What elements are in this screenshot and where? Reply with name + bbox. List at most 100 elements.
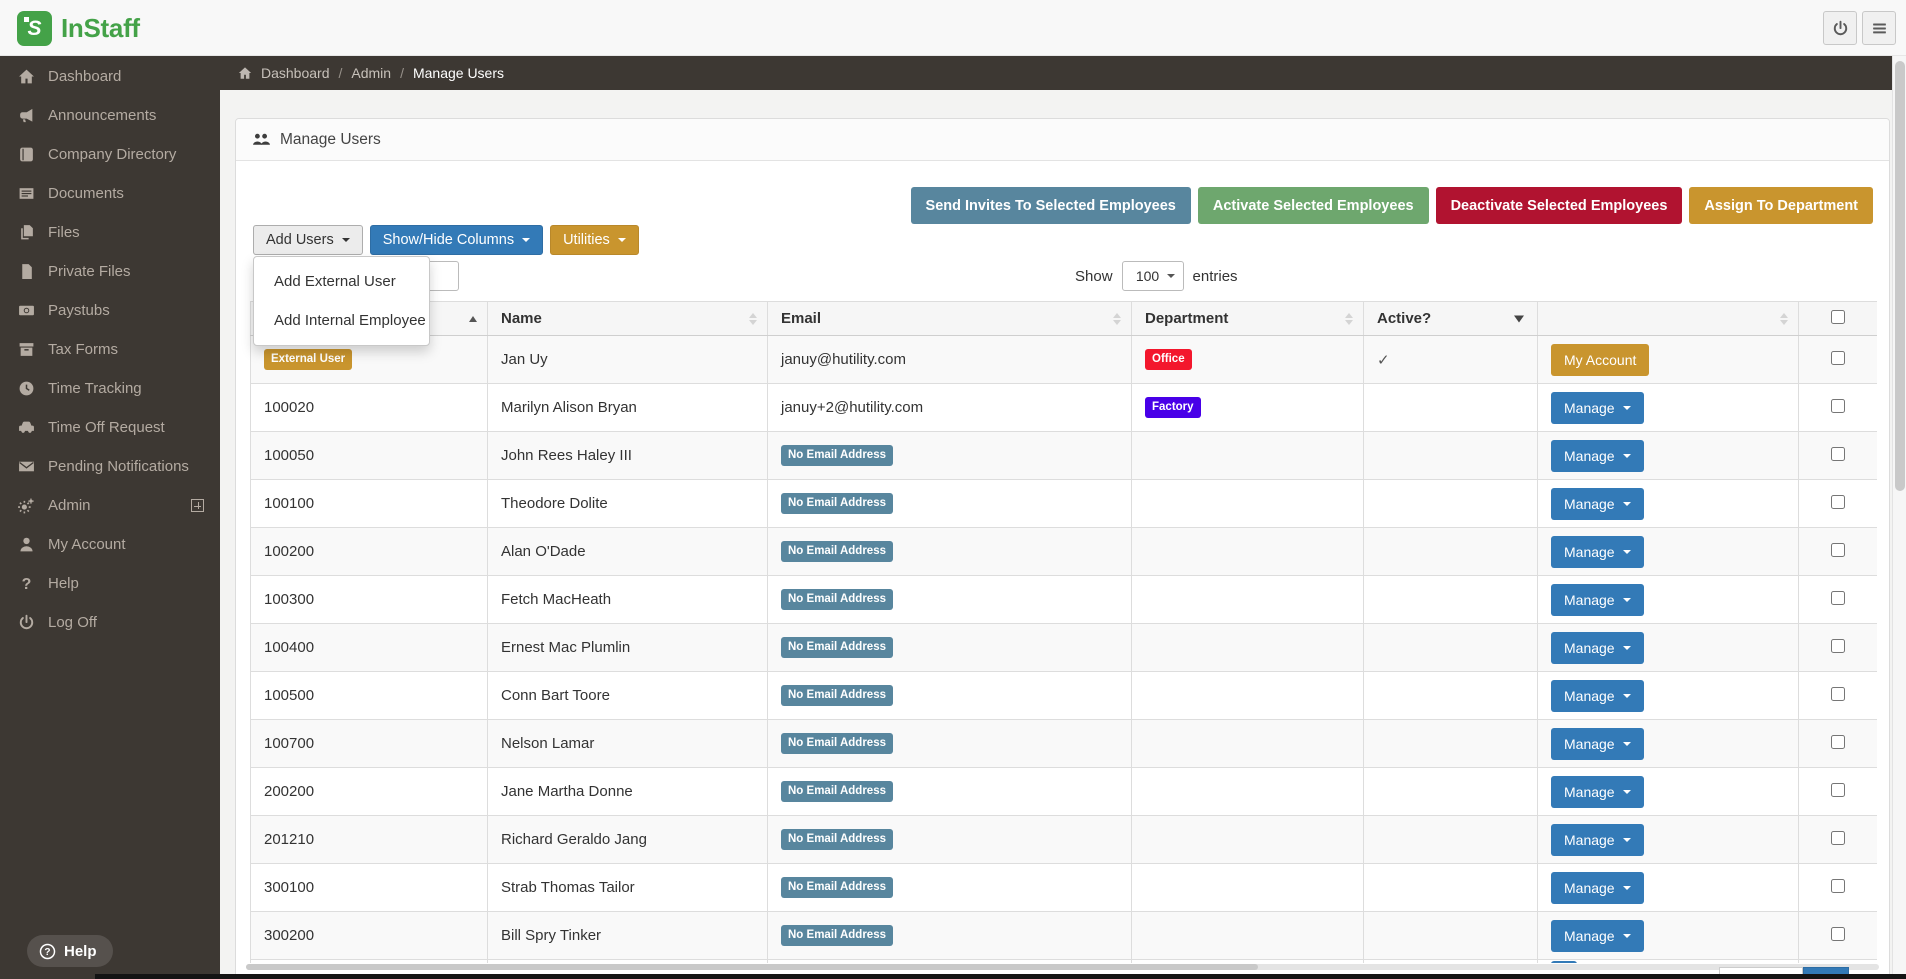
manage-button[interactable]: Manage [1551,488,1644,520]
no-email-badge: No Email Address [781,685,893,705]
horizontal-scrollbar[interactable] [246,964,1879,970]
row-checkbox[interactable] [1831,783,1845,797]
row-checkbox[interactable] [1831,927,1845,941]
cell-email: No Email Address [768,480,1132,528]
manage-button[interactable]: Manage [1551,584,1644,616]
manage-button[interactable]: Manage [1551,872,1644,904]
sidebar-item-my-account[interactable]: My Account [0,525,220,564]
sort-icon[interactable] [1345,313,1353,325]
manage-button[interactable]: Manage [1551,728,1644,760]
sort-icon[interactable] [749,313,757,325]
manage-button[interactable]: Manage [1551,536,1644,568]
column-header-department[interactable]: Department [1132,302,1364,336]
sidebar-item-time-off-request[interactable]: Time Off Request [0,408,220,447]
manage-button[interactable]: Manage [1551,392,1644,424]
sidebar-item-company-directory[interactable]: Company Directory [0,135,220,174]
column-header-col-7[interactable] [1799,302,1878,336]
show-label: Show [1075,268,1113,285]
cell-active [1364,432,1538,480]
sidebar-item-help[interactable]: ?Help [0,564,220,603]
add-users-button[interactable]: Add Users [253,225,363,255]
row-checkbox[interactable] [1831,687,1845,701]
breadcrumb-item-manage-users: Manage Users [413,65,504,81]
column-header-email[interactable]: Email [768,302,1132,336]
vertical-scrollbar[interactable] [1892,56,1906,979]
utilities-button[interactable]: Utilities [550,225,639,255]
sidebar-item-log-off[interactable]: Log Off [0,603,220,642]
caret-down-icon [1623,406,1631,410]
row-checkbox[interactable] [1831,495,1845,509]
vertical-scrollbar-thumb[interactable] [1895,61,1905,491]
column-header-col-6[interactable] [1538,302,1799,336]
manage-button[interactable] [1551,961,1577,963]
sidebar-item-pending-notifications[interactable]: Pending Notifications [0,447,220,486]
row-checkbox[interactable] [1831,591,1845,605]
menu-item-add-external-user[interactable]: Add External User [254,262,429,301]
menu-item-add-internal-employee[interactable]: Add Internal Employee [254,301,429,340]
cell-email: No Email Address [768,720,1132,768]
sidebar-item-private-files[interactable]: Private Files [0,252,220,291]
row-checkbox[interactable] [1831,543,1845,557]
row-checkbox[interactable] [1831,879,1845,893]
column-header-name[interactable]: Name [488,302,768,336]
deactivate-selected-employees-button[interactable]: Deactivate Selected Employees [1436,187,1683,224]
expand-plus-icon[interactable] [191,499,204,512]
row-checkbox[interactable] [1831,399,1845,413]
cell-action: Manage [1538,624,1799,672]
sidebar-item-time-tracking[interactable]: Time Tracking [0,369,220,408]
column-header-active[interactable]: Active? [1364,302,1538,336]
cell-select [1799,432,1878,480]
caret-down-icon [1623,454,1631,458]
help-button[interactable]: ? Help [27,935,113,967]
sort-icon[interactable] [1113,313,1121,325]
manage-button[interactable]: Manage [1551,632,1644,664]
manage-button[interactable]: Manage [1551,776,1644,808]
manage-button[interactable]: Manage [1551,680,1644,712]
sidebar-item-tax-forms[interactable]: Tax Forms [0,330,220,369]
cell-active [1364,768,1538,816]
entries-select[interactable]: 100 [1122,261,1184,291]
sidebar-item-files[interactable]: Files [0,213,220,252]
select-all-checkbox[interactable] [1831,310,1845,324]
assign-to-department-button[interactable]: Assign To Department [1689,187,1873,224]
cell [768,960,1132,964]
row-checkbox[interactable] [1831,639,1845,653]
sidebar-item-admin[interactable]: Admin [0,486,220,525]
row-checkbox[interactable] [1831,831,1845,845]
sidebar-item-label: Admin [48,497,91,514]
horizontal-scrollbar-thumb[interactable] [246,964,1258,970]
row-checkbox[interactable] [1831,735,1845,749]
filter-caret-icon[interactable] [1514,315,1524,322]
manage-button[interactable]: Manage [1551,824,1644,856]
no-email-badge: No Email Address [781,733,893,753]
svg-text:?: ? [44,947,50,958]
sort-ascending-icon[interactable] [469,316,477,322]
no-email-badge: No Email Address [781,589,893,609]
activate-selected-employees-button[interactable]: Activate Selected Employees [1198,187,1429,224]
cell-id: 100020 [251,384,488,432]
row-checkbox[interactable] [1831,447,1845,461]
menu-toggle-button[interactable] [1862,11,1896,45]
logoff-power-button[interactable] [1823,11,1857,45]
sidebar-item-label: Pending Notifications [48,458,189,475]
sort-icon[interactable] [1780,313,1788,325]
sidebar-item-dashboard[interactable]: Dashboard [0,57,220,96]
brand[interactable]: S InStaff [17,0,140,56]
sidebar-item-announcements[interactable]: Announcements [0,96,220,135]
cell-email: No Email Address [768,624,1132,672]
manage-button[interactable]: Manage [1551,440,1644,472]
bullhorn-icon [18,107,35,124]
caret-down-icon [1623,886,1631,890]
sidebar-item-paystubs[interactable]: Paystubs [0,291,220,330]
breadcrumb-item-dashboard[interactable]: Dashboard [261,65,330,81]
row-checkbox[interactable] [1831,351,1845,365]
action-button-label: Manage [1564,400,1615,416]
sidebar-item-label: Log Off [48,614,97,631]
my-account-button[interactable]: My Account [1551,344,1649,376]
manage-button[interactable]: Manage [1551,920,1644,952]
action-button-label: Manage [1564,592,1615,608]
send-invites-to-selected-employees-button[interactable]: Send Invites To Selected Employees [911,187,1191,224]
show-hide-columns-button[interactable]: Show/Hide Columns [370,225,543,255]
sidebar-item-documents[interactable]: Documents [0,174,220,213]
breadcrumb-item-admin[interactable]: Admin [351,65,391,81]
